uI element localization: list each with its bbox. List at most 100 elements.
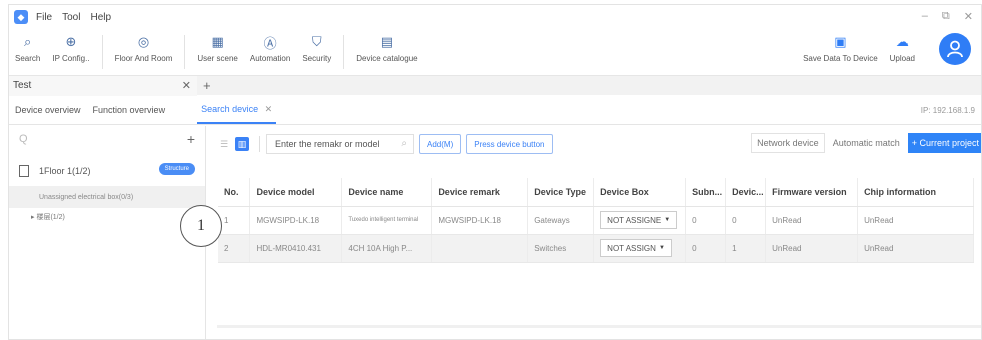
cell-chip: UnRead	[857, 234, 974, 263]
device-table: No. Device model Device name Device rema…	[218, 178, 974, 263]
search-button[interactable]: ⌕ Search	[15, 33, 40, 63]
save-icon: ▣	[834, 34, 847, 49]
minimize-icon[interactable]: –	[922, 10, 928, 23]
project-tab-test[interactable]: Test ✕	[9, 75, 197, 96]
project-tab-label: Test	[13, 80, 32, 91]
table-row[interactable]: 2 HDL-MR0410.431 4CH 10A High P... Switc…	[218, 234, 974, 263]
col-no[interactable]: No.	[218, 178, 251, 207]
upload-label: Upload	[889, 54, 915, 63]
search-icon[interactable]: Q	[19, 133, 28, 145]
close-icon[interactable]: ✕	[964, 10, 973, 23]
left-panel: Q + 1Floor 1(1/2) Structure Unassigned e…	[9, 126, 206, 339]
tab-device-overview[interactable]: Device overview	[15, 105, 81, 115]
device-box-value: NOT ASSIGN	[607, 243, 656, 253]
automation-label: Automation	[249, 54, 291, 63]
tab-function-overview[interactable]: Function overview	[93, 105, 166, 115]
menu-tool[interactable]: Tool	[62, 12, 80, 23]
catalogue-icon: ▤	[380, 34, 394, 49]
filter-right: Network device Automatic match + Current…	[748, 133, 981, 153]
cell-chip: UnRead	[857, 206, 974, 235]
unassigned-box-item[interactable]: Unassigned electrical box(0/3)	[9, 186, 205, 208]
scrollbar-track[interactable]	[217, 325, 981, 328]
caret-down-icon: ▼	[664, 217, 671, 223]
toolbar-separator	[101, 35, 103, 69]
col-chip[interactable]: Chip information	[857, 178, 974, 207]
col-device-name[interactable]: Device name	[341, 178, 433, 207]
close-tab-icon[interactable]: ✕	[265, 104, 273, 114]
toolbar: ⌕ Search ⊕ IP Config.. ◎ Floor And Room …	[9, 29, 981, 75]
automation-icon: Ⓐ	[263, 35, 277, 51]
close-tab-icon[interactable]: ✕	[182, 79, 191, 92]
col-subnet[interactable]: Subn...	[685, 178, 727, 207]
security-button[interactable]: ⛉ Security	[302, 33, 331, 63]
floor-building-icon	[19, 165, 29, 177]
cell-no: 1	[218, 206, 251, 235]
cell-type: Switches	[527, 234, 595, 263]
tab-search-device[interactable]: Search device ✕	[197, 96, 277, 124]
col-device-type[interactable]: Device Type	[527, 178, 595, 207]
upload-button[interactable]: ☁ Upload	[890, 33, 915, 63]
globe-icon: ⊕	[65, 34, 77, 49]
caret-down-icon: ▼	[658, 245, 665, 251]
col-device-model[interactable]: Device model	[249, 178, 343, 207]
col-device-box[interactable]: Device Box	[593, 178, 687, 207]
network-device-button[interactable]: Network device	[751, 133, 825, 153]
cell-model: MGWSIPD-LK.18	[249, 206, 343, 235]
cell-subnet: 0	[685, 234, 727, 263]
table-row[interactable]: 1 MGWSIPD-LK.18 Tuxedo intelligent termi…	[218, 206, 974, 235]
col-device-remark[interactable]: Device remark	[431, 178, 529, 207]
device-search-input[interactable]: Enter the remakr or model ⌕	[266, 134, 414, 154]
callout-marker: 1	[180, 205, 222, 247]
cell-remark: MGWSIPD-LK.18	[431, 206, 529, 235]
ip-address: IP: 192.168.1.9	[920, 106, 975, 115]
ip-config-button[interactable]: ⊕ IP Config..	[52, 33, 89, 63]
structure-badge[interactable]: Structure	[158, 163, 195, 175]
floor-item[interactable]: 1Floor 1(1/2) Structure	[9, 160, 205, 182]
cell-name: 4CH 10A High P...	[341, 234, 433, 263]
automation-button[interactable]: Ⓐ Automation	[249, 33, 291, 64]
current-project-button[interactable]: + Current project	[907, 133, 981, 153]
device-box-select[interactable]: NOT ASSIGNE ▼	[600, 211, 678, 229]
toolbar-separator	[184, 35, 186, 69]
cell-box: NOT ASSIGNE ▼	[593, 206, 687, 235]
user-scene-button[interactable]: ▦ User scene	[197, 33, 237, 63]
project-tab-strip: Test ✕ +	[9, 75, 981, 96]
menu-bar: ◆ File Tool Help – ⧉ ✕	[9, 5, 981, 29]
table-header-row: No. Device model Device name Device rema…	[218, 178, 974, 207]
grid-view-icon[interactable]: ▥	[235, 137, 249, 151]
cloud-upload-icon: ☁	[895, 34, 909, 49]
search-label: Search	[15, 54, 41, 63]
cell-type: Gateways	[527, 206, 595, 235]
menu-help[interactable]: Help	[90, 12, 111, 23]
device-catalogue-button[interactable]: ▤ Device catalogue	[356, 33, 417, 63]
automatic-match-button[interactable]: Automatic match	[828, 133, 905, 153]
search-device-icon: ⌕	[24, 34, 32, 49]
app-logo-icon: ◆	[14, 10, 28, 24]
cell-box: NOT ASSIGN ▼	[593, 234, 687, 263]
press-device-button[interactable]: Press device button	[466, 134, 553, 154]
cell-firmware: UnRead	[765, 234, 859, 263]
toolbar-separator	[343, 35, 345, 69]
device-box-value: NOT ASSIGNE	[607, 215, 662, 225]
ip-config-label: IP Config..	[52, 54, 90, 63]
device-catalogue-label: Device catalogue	[356, 54, 418, 63]
user-scene-label: User scene	[197, 54, 238, 63]
search-icon: ⌕	[401, 138, 407, 149]
menu-file[interactable]: File	[36, 12, 52, 23]
scene-icon: ▦	[211, 34, 224, 49]
col-firmware[interactable]: Firmware version	[765, 178, 859, 207]
save-data-button[interactable]: ▣ Save Data To Device	[803, 33, 878, 63]
col-device-id[interactable]: Devic...	[725, 178, 767, 207]
window-controls: – ⧉ ✕	[922, 10, 973, 23]
page-tabs: Device overview Function overview Search…	[9, 95, 981, 125]
device-box-select[interactable]: NOT ASSIGN ▼	[600, 239, 672, 257]
floor-room-button[interactable]: ◎ Floor And Room	[115, 33, 173, 63]
maximize-icon[interactable]: ⧉	[942, 10, 950, 23]
cell-firmware: UnRead	[765, 206, 859, 235]
add-button[interactable]: Add(M)	[419, 134, 462, 154]
user-avatar-icon[interactable]	[939, 33, 971, 65]
tree-item-room[interactable]: ▸ 楼层(1/2)	[9, 208, 205, 226]
list-view-icon[interactable]: ☰	[217, 137, 231, 151]
add-project-icon[interactable]: +	[203, 78, 211, 93]
add-floor-icon[interactable]: +	[187, 131, 195, 147]
